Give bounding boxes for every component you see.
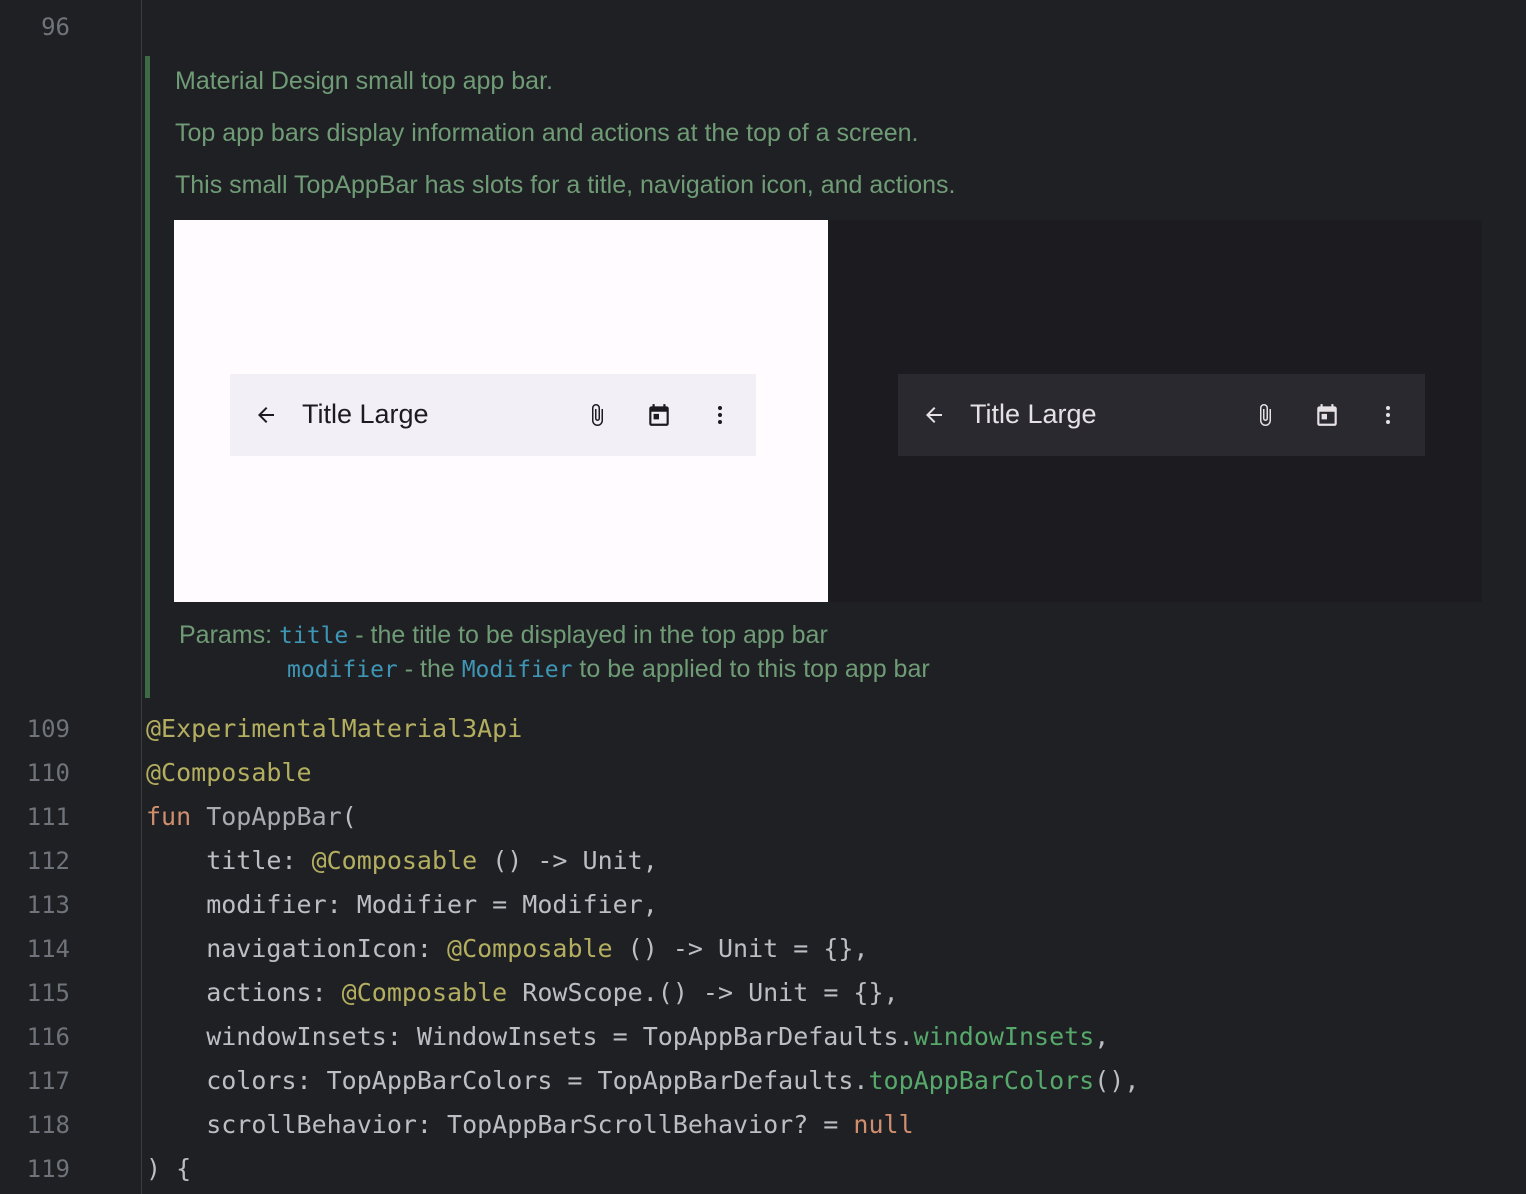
code-line[interactable]: modifier: Modifier = Modifier, [146,890,658,920]
code-line[interactable]: colors: TopAppBarColors = TopAppBarDefau… [146,1066,1139,1096]
param-title-desc: - the title to be displayed in the top a… [348,621,828,649]
code-text: windowInsets: WindowInsets = TopAppBarDe… [146,1022,914,1051]
line-number: 110 [26,759,70,787]
code-text: colors: TopAppBarColors = TopAppBarDefau… [146,1066,869,1095]
arrow-back-icon [242,374,290,456]
preview-image-dark: Title Large [828,220,1482,602]
line-number: 116 [26,1023,70,1051]
calendar-icon [635,374,683,456]
code-line[interactable]: @Composable [146,758,312,788]
top-app-bar-light: Title Large [230,374,756,456]
line-number: 109 [26,715,70,743]
calendar-icon [1303,374,1351,456]
doc-comment-bar [145,56,150,698]
code-text: navigationIcon: [146,934,448,963]
line-number: 112 [26,847,70,875]
line-number: 119 [26,1155,70,1183]
null-keyword: null [853,1110,914,1139]
app-bar-title: Title Large [302,399,429,429]
doc-line: This small TopAppBar has slots for a tit… [175,171,956,199]
property: topAppBarColors [868,1066,1095,1095]
annotation: @ExperimentalMaterial3Api [146,714,523,743]
code-text: , [1094,1022,1110,1051]
paren: ( [341,802,357,831]
param-modifier-desc-end: to be applied to this top app bar [572,655,930,683]
annotation: @Composable [311,846,478,875]
code-line[interactable]: scrollBehavior: TopAppBarScrollBehavior?… [146,1110,914,1140]
code-text: RowScope.() -> Unit = {}, [507,978,899,1007]
doc-params: Params: title - the title to be displaye… [179,620,828,651]
code-text: () -> Unit, [477,846,658,875]
code-text: (), [1094,1066,1140,1095]
annotation: @Composable [146,758,312,787]
doc-line: Top app bars display information and act… [175,119,919,147]
code-line[interactable]: actions: @Composable RowScope.() -> Unit… [146,978,899,1008]
code-line[interactable]: navigationIcon: @Composable () -> Unit =… [146,934,868,964]
param-title-link[interactable]: title [279,623,348,649]
top-app-bar-dark: Title Large [898,374,1425,456]
more-vert-icon [696,374,744,456]
app-bar-title: Title Large [970,399,1097,429]
more-vert-icon [1364,374,1412,456]
arrow-back-icon [910,374,958,456]
code-line[interactable]: ) { [146,1154,191,1184]
modifier-class-link[interactable]: Modifier [462,657,573,683]
code-line[interactable]: title: @Composable () -> Unit, [146,846,658,876]
code-line[interactable]: windowInsets: WindowInsets = TopAppBarDe… [146,1022,1109,1052]
code-text: title: [146,846,312,875]
code-text: scrollBehavior: TopAppBarScrollBehavior?… [146,1110,854,1139]
doc-line: Material Design small top app bar. [175,67,553,95]
param-modifier-link[interactable]: modifier [287,657,398,683]
code-line[interactable]: @ExperimentalMaterial3Api [146,714,522,744]
keyword: fun [146,802,192,831]
line-number: 118 [26,1111,70,1139]
line-number: 114 [26,935,70,963]
attach-icon [573,374,621,456]
line-number: 117 [26,1067,70,1095]
code-text: ) { [146,1154,192,1183]
preview-image-light: Title Large [174,220,828,602]
code-line[interactable]: fun TopAppBar( [146,802,357,832]
function-name: TopAppBar [191,802,342,831]
line-number: 111 [26,803,70,831]
code-text: actions: [146,978,342,1007]
code-text: modifier: Modifier = Modifier, [146,890,658,919]
doc-params: modifier - the Modifier to be applied to… [287,654,930,685]
line-number: 115 [26,979,70,1007]
params-label: Params: [179,621,273,649]
property: windowInsets [913,1022,1095,1051]
annotation: @Composable [341,978,508,1007]
line-number: 113 [26,891,70,919]
attach-icon [1241,374,1289,456]
gutter-divider [141,0,142,1194]
annotation: @Composable [447,934,613,963]
code-text: () -> Unit = {}, [612,934,869,963]
param-modifier-desc: - the [397,655,462,683]
line-number: 96 [41,13,70,41]
